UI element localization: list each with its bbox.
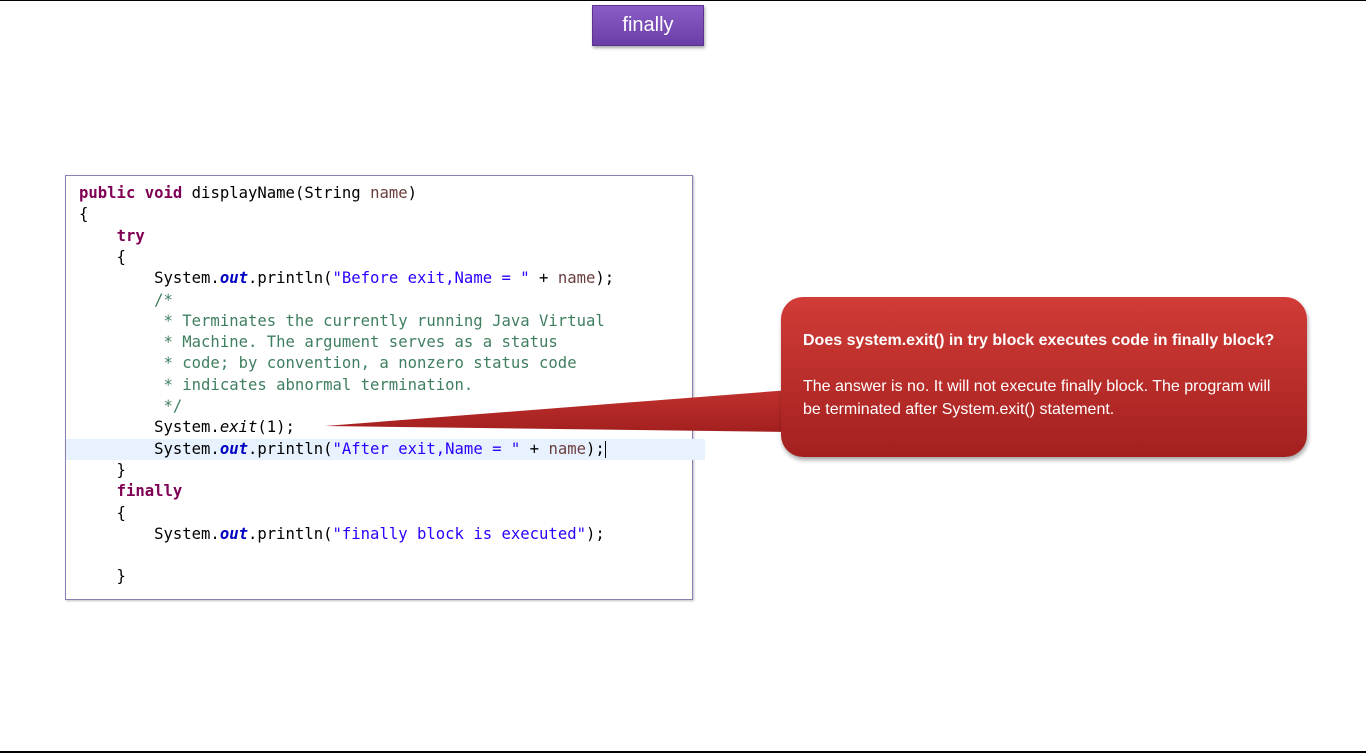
callout-question: Does system.exit() in try block executes… xyxy=(803,332,1275,349)
callout-box: Does system.exit() in try block executes… xyxy=(781,297,1307,457)
callout-answer: The answer is no. It will not execute fi… xyxy=(803,378,1271,418)
